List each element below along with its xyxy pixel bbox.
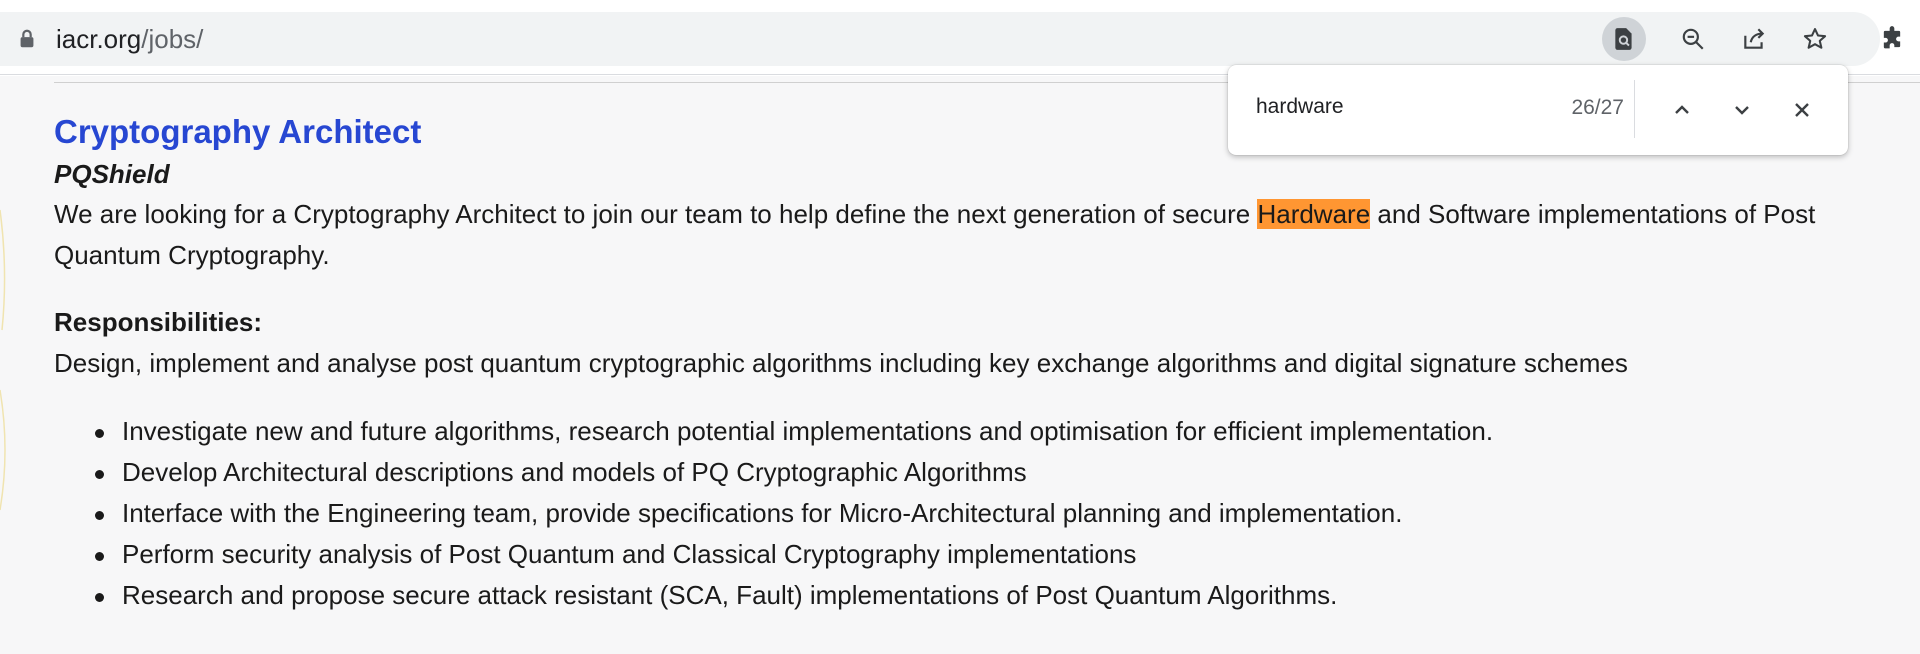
- find-close-button[interactable]: [1780, 88, 1824, 132]
- intro-text-before: We are looking for a Cryptography Archit…: [54, 199, 1258, 229]
- url-path: /jobs/: [141, 24, 204, 54]
- job-intro: We are looking for a Cryptography Archit…: [54, 194, 1920, 276]
- company-name: PQShield: [54, 159, 170, 189]
- find-previous-button[interactable]: [1660, 88, 1704, 132]
- list-item: Investigate new and future algorithms, r…: [95, 411, 1920, 452]
- find-match-count: 26/27: [1571, 96, 1624, 119]
- share-button[interactable]: [1732, 17, 1776, 61]
- find-in-page-icon: [1615, 28, 1632, 50]
- extensions-button[interactable]: [1870, 17, 1914, 61]
- star-icon: [1803, 28, 1827, 49]
- list-item: Perform security analysis of Post Quantu…: [95, 534, 1920, 575]
- find-match-highlight: Hardware: [1257, 199, 1371, 229]
- close-icon: [1795, 103, 1809, 117]
- find-input[interactable]: [1256, 95, 1516, 119]
- lock-icon[interactable]: [16, 28, 38, 50]
- job-listing: Cryptography Architect PQShield We are l…: [54, 110, 1920, 616]
- list-item: Interface with the Engineering team, pro…: [95, 493, 1920, 534]
- list-item: Develop Architectural descriptions and m…: [95, 452, 1920, 493]
- find-in-page-button[interactable]: [1602, 17, 1646, 61]
- chevron-down-icon: [1735, 106, 1749, 115]
- find-bar: 26/27: [1228, 65, 1848, 155]
- chevron-up-icon: [1675, 105, 1689, 114]
- intro-text-after: and Software implementations of Post: [1370, 199, 1816, 229]
- responsibilities-description: Design, implement and analyse post quant…: [54, 348, 1628, 378]
- zoom-out-icon: [1682, 28, 1704, 50]
- responsibilities-list: Investigate new and future algorithms, r…: [54, 411, 1920, 616]
- intro-text-line2: Quantum Cryptography.: [54, 240, 330, 270]
- zoom-button[interactable]: [1671, 17, 1715, 61]
- find-bar-separator: [1634, 80, 1635, 138]
- list-item: Research and propose secure attack resis…: [95, 575, 1920, 616]
- url-host: iacr.org: [56, 24, 142, 54]
- responsibilities-heading: Responsibilities:: [54, 307, 263, 337]
- extensions-icon: [1883, 26, 1901, 49]
- bookmark-button[interactable]: [1793, 17, 1837, 61]
- find-next-button[interactable]: [1720, 88, 1764, 132]
- page-edge-decoration: [0, 209, 6, 511]
- address-bar[interactable]: iacr.org/jobs/: [0, 12, 1880, 66]
- share-icon: [1744, 28, 1765, 49]
- url-text[interactable]: iacr.org/jobs/: [56, 25, 203, 53]
